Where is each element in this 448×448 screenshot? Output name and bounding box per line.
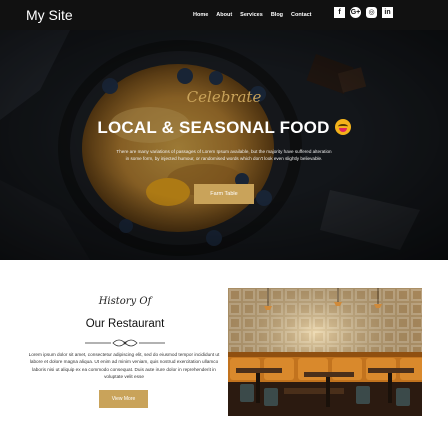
nav-services[interactable]: Services: [240, 11, 263, 19]
nav-home[interactable]: Home: [193, 11, 208, 19]
hero-overlay: [0, 30, 448, 260]
top-nav-bar: My Site Home About Services Blog Contact…: [0, 0, 448, 30]
hero-title-text: LOCAL & SEASONAL FOOD: [97, 118, 330, 137]
hero-body-text: There are many variations of passages of…: [116, 149, 332, 161]
farm-table-button[interactable]: Farm Table: [194, 184, 254, 204]
restaurant-interior-image: [228, 288, 422, 416]
ornament-divider-icon: [85, 339, 165, 347]
hero-title: LOCAL & SEASONAL FOOD: [0, 118, 448, 138]
google-plus-icon[interactable]: G+: [350, 7, 361, 18]
hero-script-title: Celebrate: [186, 88, 262, 106]
about-body-text: Lorem ipsum dolor sit amet, consectetur …: [28, 352, 220, 380]
about-title: Our Restaurant: [85, 318, 165, 330]
linkedin-icon[interactable]: in: [382, 7, 393, 18]
hero-section: Celebrate LOCAL & SEASONAL FOOD There ar…: [0, 30, 448, 260]
main-menu: Home About Services Blog Contact: [193, 11, 312, 19]
smiling-face-emoji-icon: [334, 119, 351, 135]
nav-contact[interactable]: Contact: [291, 11, 311, 19]
nav-about[interactable]: About: [216, 11, 232, 19]
about-section: History Of Our Restaurant Lorem ipsum do…: [0, 260, 448, 448]
instagram-icon[interactable]: ◎: [366, 7, 377, 18]
view-more-button[interactable]: View More: [99, 390, 148, 408]
site-logo[interactable]: My Site: [26, 6, 73, 24]
nav-blog[interactable]: Blog: [271, 11, 283, 19]
social-links: f G+ ◎ in: [334, 7, 393, 18]
facebook-icon[interactable]: f: [334, 7, 345, 18]
about-script-title: History Of: [98, 296, 152, 307]
